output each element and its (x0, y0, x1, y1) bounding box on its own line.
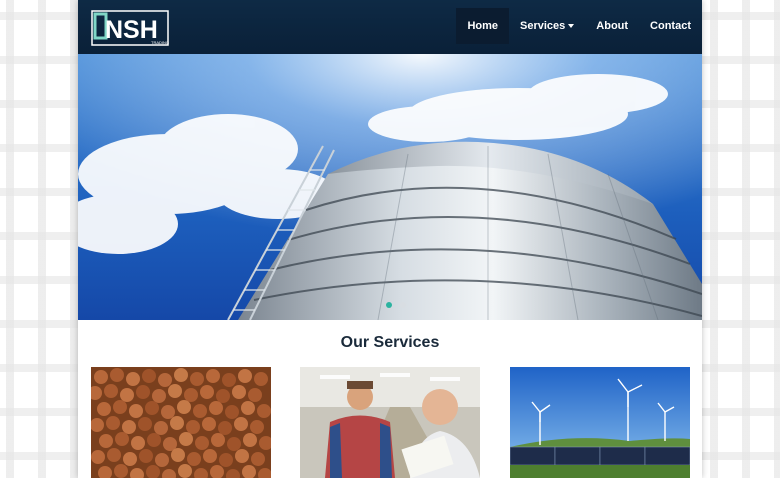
energy-image (510, 367, 690, 478)
poultry-farm-image (300, 367, 480, 478)
nav-about[interactable]: About (585, 8, 639, 44)
service-card-poultry[interactable] (300, 367, 480, 478)
hero-silo-image (78, 54, 702, 320)
carousel-dot-2[interactable] (400, 302, 406, 308)
svg-text:TRADING: TRADING (151, 40, 169, 45)
caret-down-icon (568, 24, 575, 28)
brand-logo[interactable]: NSH TRADING (91, 10, 169, 46)
main-nav: Home Services About Contact (456, 8, 702, 44)
nav-contact-label: Contact (650, 20, 691, 32)
carousel-dot-1[interactable] (386, 302, 392, 308)
page-container: NSH TRADING Home Services About Contact (78, 0, 702, 478)
hero-carousel[interactable] (78, 54, 702, 320)
service-card-energy[interactable] (510, 367, 690, 478)
nav-home[interactable]: Home (456, 8, 510, 44)
nav-services[interactable]: Services (509, 8, 585, 44)
svg-text:NSH: NSH (105, 16, 158, 44)
navbar: NSH TRADING Home Services About Contact (78, 0, 702, 54)
nav-contact[interactable]: Contact (639, 8, 702, 44)
nav-home-label: Home (467, 20, 499, 32)
nav-services-label: Services (520, 20, 566, 32)
feed-pellets-image (91, 367, 271, 478)
carousel-indicators (386, 302, 406, 308)
nav-about-label: About (596, 20, 629, 32)
service-card-feed[interactable] (91, 367, 271, 478)
section-title: Our Services (340, 334, 440, 351)
